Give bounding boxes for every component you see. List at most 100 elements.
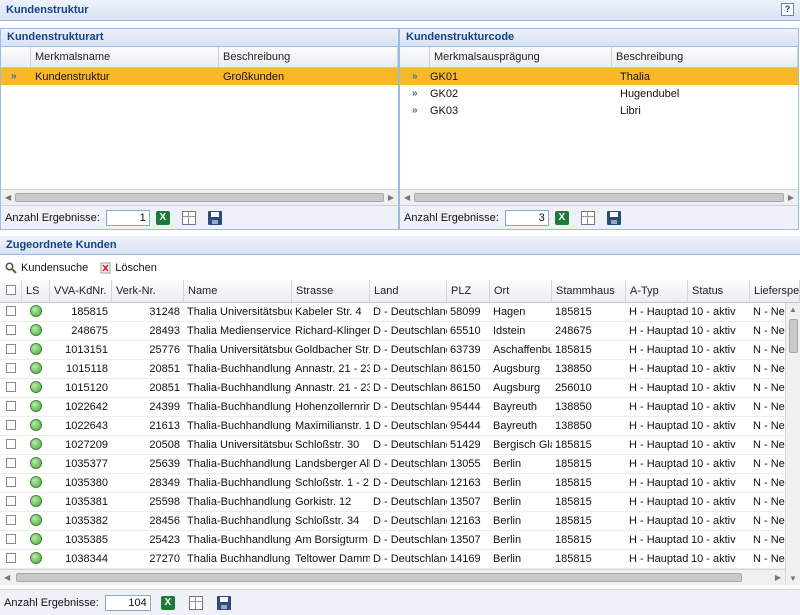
expand-arrow-icon[interactable]: » bbox=[400, 88, 426, 99]
scroll-left-icon[interactable]: ◀ bbox=[4, 573, 10, 582]
table-row[interactable]: 1022642 24399 Thalia-Buchhandlung der Re… bbox=[0, 398, 785, 417]
loeschen-button[interactable]: Löschen bbox=[115, 262, 157, 274]
land-cell: D - Deutschland bbox=[373, 363, 447, 375]
scroll-right-icon[interactable]: ▶ bbox=[775, 573, 781, 582]
a-typ-cell: H - Hauptadres bbox=[629, 363, 688, 375]
delete-icon[interactable] bbox=[100, 262, 111, 274]
column-land[interactable]: Land bbox=[370, 280, 447, 302]
horizontal-scrollbar[interactable]: ◀ ▶ bbox=[0, 569, 785, 585]
row-checkbox[interactable] bbox=[0, 400, 22, 414]
table-row[interactable]: 1013151 25776 Thalia Universitätsbuchhan… bbox=[0, 341, 785, 360]
row-checkbox[interactable] bbox=[0, 343, 22, 357]
column-vva-kdnr[interactable]: VVA-KdNr. bbox=[50, 280, 112, 302]
table-icon[interactable] bbox=[580, 210, 595, 225]
table-row[interactable]: 1027209 20508 Thalia Universitätsbuchhan… bbox=[0, 436, 785, 455]
name-cell: Thalia-Buchhandlung E. Kön bbox=[187, 477, 292, 489]
column-a-typ[interactable]: A-Typ bbox=[626, 280, 688, 302]
row-checkbox[interactable] bbox=[0, 552, 22, 566]
scrollbar-thumb[interactable] bbox=[16, 573, 742, 582]
table-row[interactable]: 1035385 25423 Thalia-Buchhandlung E. Kön… bbox=[0, 531, 785, 550]
column-beschreibung[interactable]: Beschreibung bbox=[219, 47, 398, 67]
table-row[interactable]: 248675 28493 Thalia Medienservice GmbH R… bbox=[0, 322, 785, 341]
table-row[interactable]: 1015118 20851 Thalia-Buchhandlung der Re… bbox=[0, 360, 785, 379]
table-row[interactable]: 1035380 28349 Thalia-Buchhandlung E. Kön… bbox=[0, 474, 785, 493]
excel-export-icon[interactable]: X bbox=[160, 595, 175, 610]
table-row[interactable]: 1038344 27270 Thalia Buchhandlung E. Kön… bbox=[0, 550, 785, 569]
customers-table-body: 185815 31248 Thalia Universitätsbuchhand… bbox=[0, 303, 785, 569]
save-icon[interactable] bbox=[606, 210, 621, 225]
expand-arrow-icon[interactable]: » bbox=[400, 71, 426, 82]
status-green-icon bbox=[22, 456, 50, 472]
table-row[interactable]: 1035381 25598 Thalia-Buchhandlung E. Kön… bbox=[0, 493, 785, 512]
row-checkbox[interactable] bbox=[0, 381, 22, 395]
column-plz[interactable]: PLZ bbox=[447, 280, 490, 302]
verk-nr-cell: 20851 bbox=[149, 382, 180, 394]
row-checkbox[interactable] bbox=[0, 495, 22, 509]
status-green-icon bbox=[22, 304, 50, 320]
row-checkbox[interactable] bbox=[0, 514, 22, 528]
scroll-left-icon[interactable]: ◀ bbox=[404, 193, 410, 202]
column-strasse[interactable]: Strasse bbox=[292, 280, 370, 302]
table-row[interactable]: 1022643 21613 Thalia-Buchhandlung der Re… bbox=[0, 417, 785, 436]
column-stammhaus[interactable]: Stammhaus bbox=[552, 280, 626, 302]
table-row[interactable]: 1015120 20851 Thalia-Buchhandlung der Re… bbox=[0, 379, 785, 398]
plz-cell: 14169 bbox=[450, 553, 481, 565]
scroll-down-icon[interactable]: ▼ bbox=[789, 574, 797, 583]
land-cell: D - Deutschland bbox=[373, 553, 447, 565]
table-row[interactable]: 1035382 28456 Thalia-Buchhandlung E. Kön… bbox=[0, 512, 785, 531]
status-green-icon bbox=[22, 323, 50, 339]
name-cell: Thalia-Buchhandlung der Re bbox=[187, 420, 292, 432]
scrollbar-thumb[interactable] bbox=[414, 193, 784, 202]
expand-arrow-icon[interactable]: » bbox=[400, 105, 426, 116]
expand-arrow-icon[interactable]: » bbox=[1, 71, 31, 82]
row-checkbox[interactable] bbox=[0, 533, 22, 547]
row-checkbox[interactable] bbox=[0, 419, 22, 433]
column-verk-nr[interactable]: Verk-Nr. bbox=[112, 280, 184, 302]
column-beschreibung[interactable]: Beschreibung bbox=[612, 47, 798, 67]
row-checkbox[interactable] bbox=[0, 457, 22, 471]
help-icon[interactable]: ? bbox=[781, 3, 794, 16]
kundenstrukturcode-row[interactable]: » GK03 Libri bbox=[400, 102, 798, 119]
name-cell: Thalia Medienservice GmbH bbox=[187, 325, 292, 337]
kundenstrukturart-row[interactable]: » Kundenstruktur Großkunden bbox=[1, 68, 398, 85]
table-icon[interactable] bbox=[181, 210, 196, 225]
scrollbar-thumb[interactable] bbox=[789, 319, 798, 353]
column-lieferspe[interactable]: Lieferspe bbox=[750, 280, 800, 302]
scroll-right-icon[interactable]: ▶ bbox=[788, 193, 794, 202]
excel-export-icon[interactable]: X bbox=[155, 210, 170, 225]
select-all-checkbox[interactable] bbox=[0, 280, 22, 302]
vertical-scrollbar[interactable]: ▲ ▼ bbox=[785, 303, 800, 585]
row-checkbox[interactable] bbox=[0, 305, 22, 319]
kundenstrukturcode-row[interactable]: » GK02 Hugendubel bbox=[400, 85, 798, 102]
column-name[interactable]: Name bbox=[184, 280, 292, 302]
stammhaus-cell: 185815 bbox=[555, 344, 592, 356]
scroll-left-icon[interactable]: ◀ bbox=[5, 193, 11, 202]
search-icon[interactable] bbox=[5, 261, 17, 274]
table-row[interactable]: 1035377 25639 Thalia-Buchhandlung E. Kön… bbox=[0, 455, 785, 474]
table-icon[interactable] bbox=[188, 595, 203, 610]
name-cell: Thalia-Buchhandlung der Re bbox=[187, 401, 292, 413]
column-status[interactable]: Status bbox=[688, 280, 750, 302]
table-row[interactable]: 185815 31248 Thalia Universitätsbuchhand… bbox=[0, 303, 785, 322]
scroll-up-icon[interactable]: ▲ bbox=[789, 305, 797, 314]
excel-export-icon[interactable]: X bbox=[554, 210, 569, 225]
save-icon[interactable] bbox=[207, 210, 222, 225]
column-ort[interactable]: Ort bbox=[490, 280, 552, 302]
row-checkbox[interactable] bbox=[0, 476, 22, 490]
land-cell: D - Deutschland bbox=[373, 458, 447, 470]
kundensuche-button[interactable]: Kundensuche bbox=[21, 262, 88, 274]
name-cell: Thalia Universitätsbuchhand bbox=[187, 439, 292, 451]
column-ls[interactable]: LS bbox=[22, 280, 50, 302]
status-green-icon bbox=[22, 513, 50, 529]
scroll-right-icon[interactable]: ▶ bbox=[388, 193, 394, 202]
column-merkmalsname[interactable]: Merkmalsname bbox=[31, 47, 219, 67]
row-checkbox[interactable] bbox=[0, 362, 22, 376]
scrollbar-thumb[interactable] bbox=[15, 193, 384, 202]
row-checkbox[interactable] bbox=[0, 438, 22, 452]
horizontal-scrollbar[interactable]: ◀ ▶ bbox=[1, 189, 398, 205]
column-merkmalsauspraegung[interactable]: Merkmalsausprägung bbox=[430, 47, 612, 67]
save-icon[interactable] bbox=[216, 595, 231, 610]
row-checkbox[interactable] bbox=[0, 324, 22, 338]
horizontal-scrollbar[interactable]: ◀ ▶ bbox=[400, 189, 798, 205]
kundenstrukturcode-row[interactable]: » GK01 Thalia bbox=[400, 68, 798, 85]
